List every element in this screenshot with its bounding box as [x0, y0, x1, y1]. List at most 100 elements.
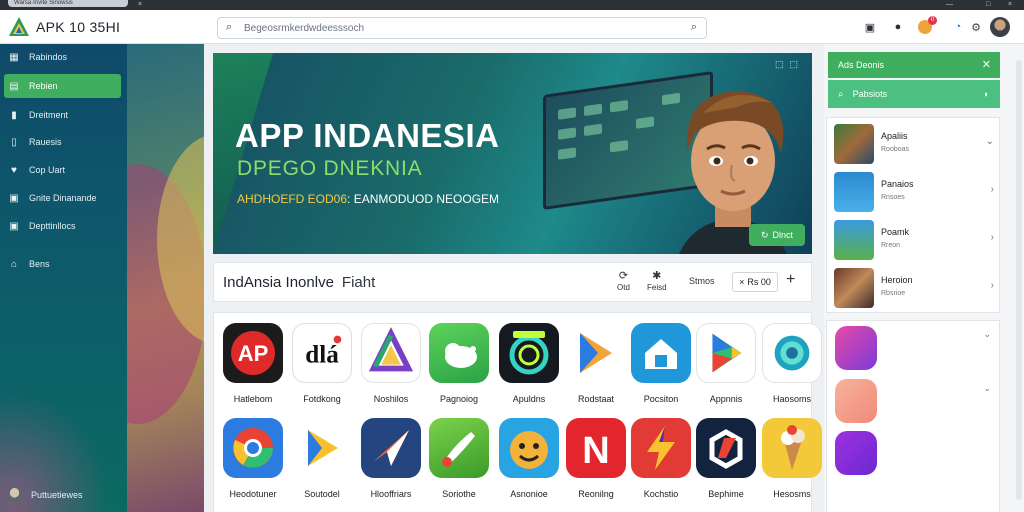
sort-label[interactable]: Stmos — [689, 276, 715, 286]
filter-pill-label: Rs 00 — [747, 277, 771, 287]
chevron-down-icon[interactable]: ⌄ — [983, 329, 991, 340]
sidebar-item-label: Rabindos — [29, 52, 68, 62]
home-icon: ⌂ — [10, 258, 18, 270]
app-tile[interactable]: Hlooffriars — [359, 418, 421, 508]
banner-title: APP INDANESIA — [235, 117, 500, 154]
app-tile[interactable]: Apuldns — [497, 323, 559, 413]
add-button[interactable]: + — [786, 271, 795, 289]
svg-text:AP: AP — [238, 341, 269, 366]
rail-subheader-title: Pabsiots — [852, 89, 888, 99]
app-tile[interactable]: Kochstio — [629, 418, 691, 508]
logo-icon[interactable] — [8, 16, 30, 38]
sidebar-user-name: Puttuetiewes — [31, 489, 83, 500]
window-tab[interactable]: Warsa·Invite Sinowsis — [8, 0, 128, 7]
app-tile[interactable]: Hesosms — [760, 418, 822, 508]
banner-tag-text: : EANMODUOD NEOOGEM — [347, 192, 500, 206]
app-tile[interactable]: Appnnis — [694, 323, 756, 413]
app-tile[interactable]: Haosoms — [760, 323, 822, 413]
app-tile[interactable]: Noshilos — [359, 323, 421, 413]
cone-icon — [762, 418, 822, 478]
chevron-right-icon[interactable]: › — [991, 232, 994, 243]
rail-thumb — [834, 268, 874, 308]
close-icon[interactable]: ✕ — [982, 58, 991, 71]
app-tile[interactable]: Soriothe — [427, 418, 489, 508]
rail-thumb — [834, 220, 874, 260]
rail-header[interactable]: Ads Deonis ✕ — [828, 52, 1000, 78]
chevron-down-icon[interactable]: ⌄ — [986, 136, 994, 147]
sidebar-item-0[interactable]: ▦ Rabindos — [4, 45, 121, 69]
feed-control[interactable]: ✱ Feisd — [647, 269, 667, 292]
chat-icon[interactable]: ● — [890, 19, 906, 35]
banner-subtitle: DPEGO DNEKNIA — [237, 157, 423, 180]
rail-subheader[interactable]: ⌕ Pabsiots ◑ — [828, 80, 1000, 108]
banner-dots[interactable]: ⬚⬚ — [775, 59, 804, 70]
minimize-icon[interactable]: — — [946, 0, 953, 9]
app-list-title-main: IndAnsia Inonlve — [223, 274, 334, 291]
app-label: Noshilos — [373, 394, 409, 404]
dla-icon: dlá — [292, 323, 352, 383]
app-tile[interactable]: Asnonioe — [497, 418, 559, 508]
hero-banner[interactable]: ⬚⬚ APP INDANESIA DPEGO DNEKNIA AHDHOEFD … — [213, 53, 812, 254]
maximize-icon[interactable]: □ — [986, 0, 990, 9]
banner-action-button[interactable]: ↻ Dlnct — [749, 224, 805, 246]
sidebar-item-label: Rebien — [29, 81, 58, 91]
sidebar-user[interactable]: Puttuetiewes — [6, 486, 83, 503]
scrollbar[interactable] — [1016, 60, 1022, 500]
chevron-down-icon[interactable]: ⌄ — [983, 383, 991, 394]
sidebar-item-label: Dreitment — [29, 110, 69, 120]
app-tile[interactable]: Rodstaat — [564, 323, 626, 413]
sidebar-item-3[interactable]: ▯ Rauesis — [4, 130, 121, 154]
app-tile[interactable]: dlá Fotdkong — [290, 323, 352, 413]
app-label: Heodotuner — [229, 489, 277, 499]
app-tile[interactable]: Heodotuner — [221, 418, 283, 508]
app-tile[interactable]: AP Hatlebom — [221, 323, 283, 413]
window-close-icon[interactable]: × — [1008, 0, 1012, 9]
sync-icon[interactable]: ◔ — [950, 19, 966, 35]
tab-close-icon[interactable]: × — [138, 0, 142, 9]
store-icon: ▤ — [9, 80, 19, 92]
download-icon: ▣ — [9, 220, 19, 232]
sidebar-item-6[interactable]: ▣ Depttinllocs — [4, 214, 121, 238]
app-list-title-suffix[interactable]: Fiaht — [342, 274, 375, 291]
chevron-right-icon[interactable]: › — [991, 184, 994, 195]
play-white-icon — [696, 323, 756, 383]
sidebar-item-4[interactable]: ♥ Cop Uart — [4, 158, 121, 182]
app-tile[interactable]: Pocsiton — [629, 323, 691, 413]
notification-badge: 0 — [928, 16, 937, 25]
sidebar-item-2[interactable]: ▮ Dreitment — [4, 103, 121, 127]
sidebar-item-1[interactable]: ▤ Rebien — [4, 74, 121, 98]
app-tile[interactable]: Pagnoiog — [427, 323, 489, 413]
chevron-right-icon[interactable]: › — [991, 280, 994, 291]
display-icon[interactable]: ▣ — [862, 19, 878, 35]
sidebar-item-7[interactable]: ⌂ Bens — [4, 252, 121, 276]
brand-name[interactable]: APK 10 35HI — [36, 19, 120, 35]
rail-row[interactable]: Heroion Rbsrioe › — [834, 268, 994, 310]
search-box[interactable]: ⌕ ⌕ — [217, 17, 707, 39]
app-label: Apuldns — [512, 394, 546, 404]
rail-row[interactable]: Panaios Rnsoes › — [834, 172, 994, 214]
search-submit-icon[interactable]: ⌕ — [691, 21, 697, 34]
promo-thumb[interactable] — [835, 326, 877, 370]
settings-icon[interactable]: ⚙ — [968, 19, 984, 35]
notification-icon[interactable]: 0 — [918, 16, 937, 34]
sidebar-item-label: Cop Uart — [29, 165, 66, 175]
rail-row[interactable]: Poamk Rreon › — [834, 220, 994, 262]
app-tile[interactable]: N Reonilng — [564, 418, 626, 508]
toggle-icon[interactable]: ◑ — [983, 89, 988, 99]
user-avatar-small — [6, 486, 23, 503]
promo-thumb[interactable] — [835, 379, 877, 423]
filter-control[interactable]: ⟳ Otd — [617, 269, 630, 292]
user-avatar[interactable] — [990, 17, 1010, 37]
rail-row[interactable]: Apaliis Rooboas ⌄ — [834, 124, 994, 166]
search-input[interactable] — [244, 21, 664, 36]
promo-thumb[interactable] — [835, 431, 877, 475]
app-label: Bephime — [708, 489, 744, 499]
app-tile[interactable]: Soutodel — [290, 418, 352, 508]
filter-pill[interactable]: × Rs 00 — [732, 272, 778, 292]
app-label: Pagnoiog — [439, 394, 479, 404]
banner-tag-highlight: AHDHOEFD EOD06 — [237, 192, 348, 206]
app-tile[interactable]: Bephime — [694, 418, 756, 508]
sidebar-item-5[interactable]: ▣ Gnite Dinanande — [4, 186, 121, 210]
search-icon: ⌕ — [226, 21, 233, 33]
filter-label: Otd — [617, 283, 630, 292]
